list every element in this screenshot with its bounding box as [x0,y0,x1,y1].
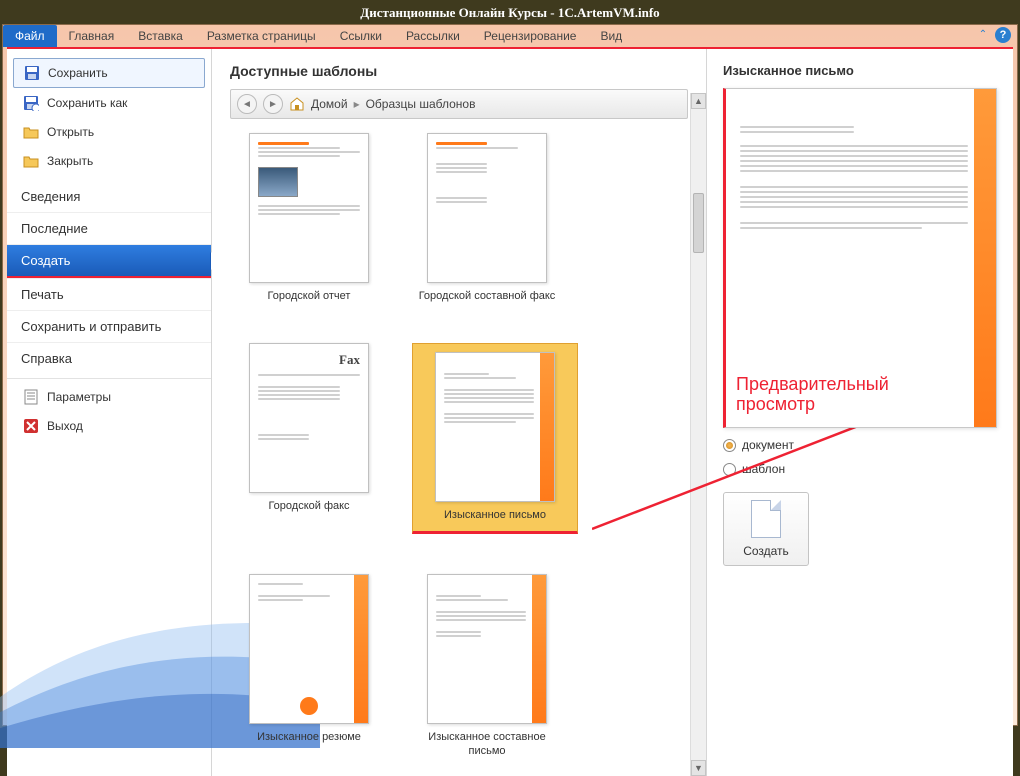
radio-template-label: шаблон [742,462,785,476]
radio-icon [723,439,736,452]
home-icon[interactable] [289,96,305,112]
template-thumb [427,574,547,724]
close-label: Закрыть [47,154,93,168]
exit-icon [23,418,39,434]
radio-document-label: документ [742,438,794,452]
template-thumb [249,574,369,724]
ribbon-tab-view[interactable]: Вид [588,25,634,47]
open-button[interactable]: Открыть [13,118,205,146]
save-as-label: Сохранить как [47,96,127,110]
preview-thumbnail: Предварительный просмотр [723,88,997,428]
template-city-report[interactable]: Городской отчет [234,133,384,303]
ribbon-tab-home[interactable]: Главная [57,25,127,47]
fax-label: Fax [258,352,360,368]
breadcrumb-separator: ▸ [354,97,360,111]
template-thumb [249,133,369,283]
sidebar-recent[interactable]: Последние [7,212,211,244]
templates-scrollbar[interactable]: ▲ ▼ [690,93,706,776]
template-label: Изысканное резюме [257,730,361,744]
ribbon-tab-layout[interactable]: Разметка страницы [195,25,328,47]
preview-panel: Изысканное письмо Предварительный просмо… [707,49,1013,776]
breadcrumb: ◄ ► Домой ▸ Образцы шаблонов [230,89,688,119]
templates-heading: Доступные шаблоны [230,63,688,79]
template-label: Городской факс [268,499,349,513]
breadcrumb-samples[interactable]: Образцы шаблонов [366,97,476,111]
preview-heading: Изысканное письмо [723,63,997,78]
window-title: Дистанционные Онлайн Курсы - 1C.ArtemVM.… [2,2,1018,24]
options-label: Параметры [47,390,111,404]
templates-grid: Городской отчет Городской составной фа [230,129,688,762]
orange-accent [540,353,554,501]
sidebar-separator [7,378,211,379]
orange-accent [974,89,996,427]
template-thumb [435,352,555,502]
scroll-up-button[interactable]: ▲ [691,93,706,109]
preview-annotation: Предварительный просмотр [736,374,889,415]
nav-back-button[interactable]: ◄ [237,94,257,114]
exit-label: Выход [47,419,83,433]
ribbon-collapse-icon[interactable]: ⌃ [975,27,991,43]
save-button[interactable]: Сохранить [13,58,205,88]
scroll-down-button[interactable]: ▼ [691,760,706,776]
document-icon [751,500,781,538]
create-button-label: Создать [743,544,789,558]
save-as-icon [23,95,39,111]
ribbon-tab-mail[interactable]: Рассылки [394,25,472,47]
options-button[interactable]: Параметры [13,383,205,411]
ribbon-tab-insert[interactable]: Вставка [126,25,195,47]
save-label: Сохранить [48,66,108,80]
template-label: Городской составной факс [419,289,556,303]
templates-panel: Доступные шаблоны ◄ ► Домой ▸ Образцы ша… [212,49,707,776]
save-icon [24,65,40,81]
ribbon-tab-links[interactable]: Ссылки [328,25,394,47]
template-city-compound-fax[interactable]: Городской составной факс [412,133,562,303]
nav-forward-button[interactable]: ► [263,94,283,114]
ribbon: Файл Главная Вставка Разметка страницы С… [3,25,1017,47]
sidebar-print[interactable]: Печать [7,278,211,310]
template-thumb: Fax [249,343,369,493]
template-label: Изысканное письмо [444,508,546,522]
template-refined-resume[interactable]: Изысканное резюме [234,574,384,759]
template-label: Изысканное составное письмо [412,730,562,759]
backstage-sidebar: Сохранить Сохранить как Открыть [7,49,212,776]
ribbon-tab-review[interactable]: Рецензирование [472,25,589,47]
orange-accent [354,575,368,723]
template-refined-compound-letter[interactable]: Изысканное составное письмо [412,574,562,759]
sidebar-help[interactable]: Справка [7,342,211,374]
template-refined-letter[interactable]: Изысканное письмо [412,343,578,533]
template-thumb [427,133,547,283]
folder-close-icon [23,153,39,169]
help-icon[interactable]: ? [995,27,1011,43]
template-label: Городской отчет [268,289,351,303]
sidebar-create[interactable]: Создать [7,244,211,278]
folder-open-icon [23,124,39,140]
breadcrumb-home[interactable]: Домой [311,97,348,111]
ribbon-tab-file[interactable]: Файл [3,25,57,47]
create-button[interactable]: Создать [723,492,809,566]
sidebar-save-send[interactable]: Сохранить и отправить [7,310,211,342]
radio-document[interactable]: документ [723,438,997,452]
exit-button[interactable]: Выход [13,412,205,440]
sidebar-info[interactable]: Сведения [7,181,211,212]
scroll-thumb[interactable] [693,193,704,253]
open-label: Открыть [47,125,94,139]
orange-accent [532,575,546,723]
save-as-button[interactable]: Сохранить как [13,89,205,117]
radio-template[interactable]: шаблон [723,462,997,476]
options-icon [23,389,39,405]
close-button[interactable]: Закрыть [13,147,205,175]
radio-icon [723,463,736,476]
template-city-fax[interactable]: Fax Городской факс [234,343,384,533]
